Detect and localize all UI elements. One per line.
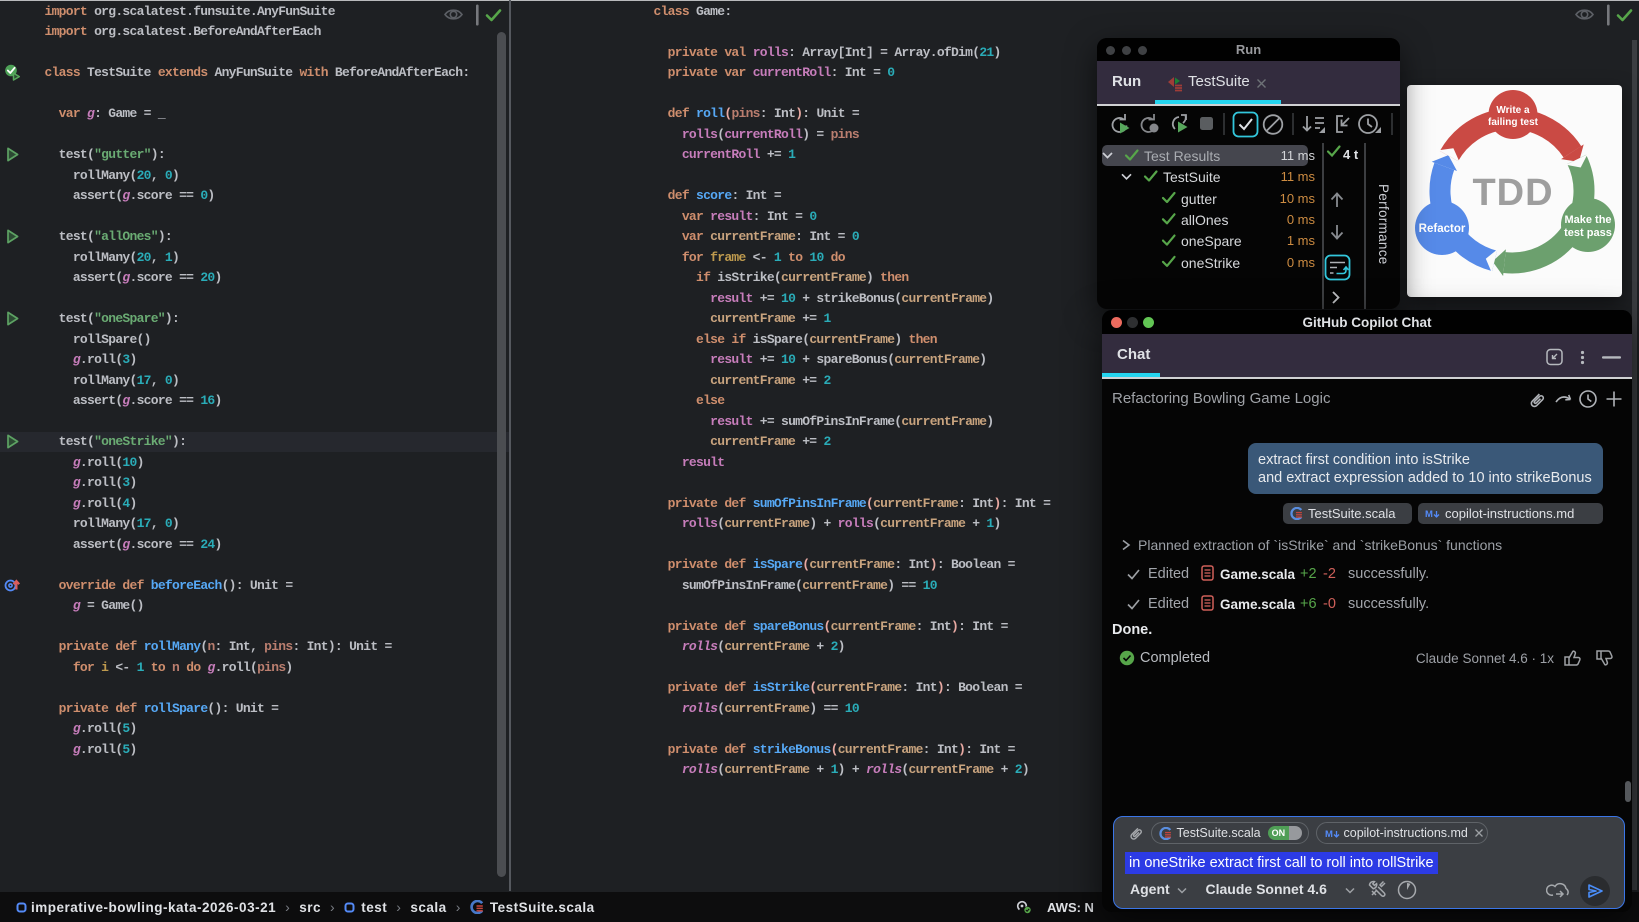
svg-text:Refactor: Refactor bbox=[1419, 223, 1466, 235]
svg-text:M: M bbox=[1325, 829, 1333, 839]
svg-text:TDD: TDD bbox=[1472, 172, 1553, 214]
svg-text:failing test: failing test bbox=[1488, 117, 1539, 128]
svg-text:M: M bbox=[1425, 509, 1433, 519]
svg-text:Make the: Make the bbox=[1564, 214, 1611, 226]
svg-text:test pass: test pass bbox=[1564, 227, 1612, 239]
svg-text:Write a: Write a bbox=[1496, 105, 1530, 116]
